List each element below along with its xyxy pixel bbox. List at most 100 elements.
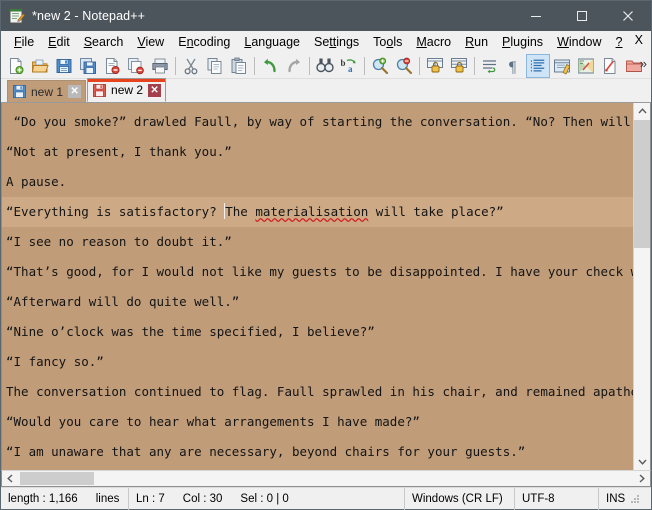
status-insert-mode[interactable]: INS [599,488,651,510]
undo-icon[interactable] [258,54,282,78]
window-title: *new 2 - Notepad++ [32,9,145,23]
menu-macro[interactable]: Macro [409,33,458,52]
scroll-up-icon[interactable] [634,103,650,120]
close-document-icon[interactable] [100,54,124,78]
close-all-documents-icon[interactable] [124,54,148,78]
editor-line-current: “Everything is satisfactory? The materia… [2,197,633,227]
word-wrap-icon[interactable] [478,54,502,78]
indent-guideline-icon[interactable] [526,53,550,78]
open-file-icon[interactable] [28,54,52,78]
status-eol-format[interactable]: Windows (CR LF) [405,487,515,510]
menu-tools[interactable]: Tools [366,33,409,52]
zoom-out-icon[interactable] [392,54,416,78]
menu-file-label: ile [21,34,35,49]
menu-help[interactable]: ? [609,33,630,52]
editor-line: The conversation continued to flag. Faul… [6,384,633,399]
spelling-error-word: materialisation [255,204,369,219]
status-insert-mode-label: INS [606,492,626,505]
toolbar-overflow-button[interactable]: » [640,57,647,71]
close-button[interactable] [605,1,651,31]
text-caret [224,203,226,219]
document-map-icon[interactable] [574,54,598,78]
line-text-mid: The [225,204,256,219]
toolbar-separator [419,56,420,75]
menu-language[interactable]: Language [237,33,307,52]
menu-window[interactable]: Window [550,33,608,52]
horizontal-scroll-thumb[interactable] [20,472,94,485]
menu-file[interactable]: File [7,33,41,52]
find-icon[interactable] [313,54,337,78]
notepad-plus-plus-icon [9,8,25,24]
menu-view[interactable]: View [130,33,171,52]
toolbar-separator [175,56,176,75]
status-bar: length : 1,166 lines Ln : 7 Col : 30 Sel… [1,487,651,510]
zoom-in-icon[interactable] [368,54,392,78]
menu-plugins[interactable]: Plugins [495,33,550,52]
scroll-left-icon[interactable] [2,471,19,486]
status-column-number: Col : 30 [182,492,223,505]
editor-line: “I see no reason to doubt it.” [6,234,232,249]
show-all-characters-icon[interactable]: ¶ [502,54,526,78]
status-selection: Sel : 0 | 0 [240,492,289,505]
line-text-before: “Everything is satisfactory? [6,204,225,219]
new-file-icon[interactable] [4,54,28,78]
text-editor[interactable]: “Do you smoke?” drawled Faull, by way of… [2,103,633,470]
svg-text:b: b [341,58,346,68]
maximize-button[interactable] [559,1,605,31]
window-controls [513,1,651,31]
replace-icon[interactable]: b a [337,54,361,78]
status-line-number: Ln : 7 [136,492,165,505]
editor-line: “I fancy so.” [6,354,104,369]
user-defined-dialog-icon[interactable] [550,54,574,78]
horizontal-scrollbar[interactable] [1,470,651,487]
menu-edit[interactable]: Edit [41,33,77,52]
print-icon[interactable] [148,54,172,78]
close-document-menu-button[interactable]: X [635,33,643,47]
save-icon-red [93,83,106,97]
save-icon-blue [13,85,26,98]
tab-new-1[interactable]: new 1 ✕ [7,80,87,102]
editor-line: “I am unaware that any are necessary, be… [6,444,526,459]
save-all-icon[interactable] [76,54,100,78]
vertical-scrollbar[interactable] [633,103,650,470]
tab-close-icon[interactable]: ✕ [68,85,82,98]
scroll-down-icon[interactable] [634,453,650,470]
tab-close-icon[interactable]: ✕ [148,83,162,97]
resize-grip-icon[interactable] [629,493,641,505]
menu-run[interactable]: Run [458,33,495,52]
line-text-after: will take place?” [368,204,504,219]
editor-line: “Would you care to hear what arrangement… [6,414,420,429]
toolbar-separator [364,56,365,75]
minimize-button[interactable] [513,1,559,31]
notepad-plus-plus-window: *new 2 - Notepad++ File Edit Search View… [0,0,652,510]
menu-encoding[interactable]: Encoding [171,33,237,52]
editor-area: “Do you smoke?” drawled Faull, by way of… [1,103,651,470]
sync-horizontal-scrolling-icon[interactable] [447,54,471,78]
copy-icon[interactable] [203,54,227,78]
tab-new-2[interactable]: new 2 ✕ [87,78,167,102]
tab-label: new 1 [31,84,64,99]
function-list-icon[interactable] [598,54,622,78]
editor-line: “Not at present, I thank you.” [6,144,232,159]
menu-bar: File Edit Search View Encoding Language … [1,31,651,53]
vertical-scroll-thumb[interactable] [634,120,650,248]
title-bar: *new 2 - Notepad++ [1,1,651,31]
toolbar-separator [254,56,255,75]
paste-icon[interactable] [227,54,251,78]
tab-bar: new 1 ✕ new 2 ✕ [1,78,651,103]
editor-line: “Afterward will do quite well.” [6,294,240,309]
toolbar-separator [309,56,310,75]
status-length-label: length : 1,166 [8,492,78,505]
status-lines-label: lines [95,492,120,505]
editor-line: “Do you smoke?” drawled Faull, by way of… [6,114,633,129]
redo-icon[interactable] [282,54,306,78]
sync-vertical-scrolling-icon[interactable] [423,54,447,78]
scroll-right-icon[interactable] [633,471,650,486]
editor-line: A pause. [6,174,67,189]
menu-settings[interactable]: Settings [307,33,366,52]
toolbar: b a ¶ » [1,53,651,79]
save-icon[interactable] [52,54,76,78]
cut-icon[interactable] [179,54,203,78]
status-encoding[interactable]: UTF-8 [515,487,599,510]
menu-search[interactable]: Search [77,33,131,52]
